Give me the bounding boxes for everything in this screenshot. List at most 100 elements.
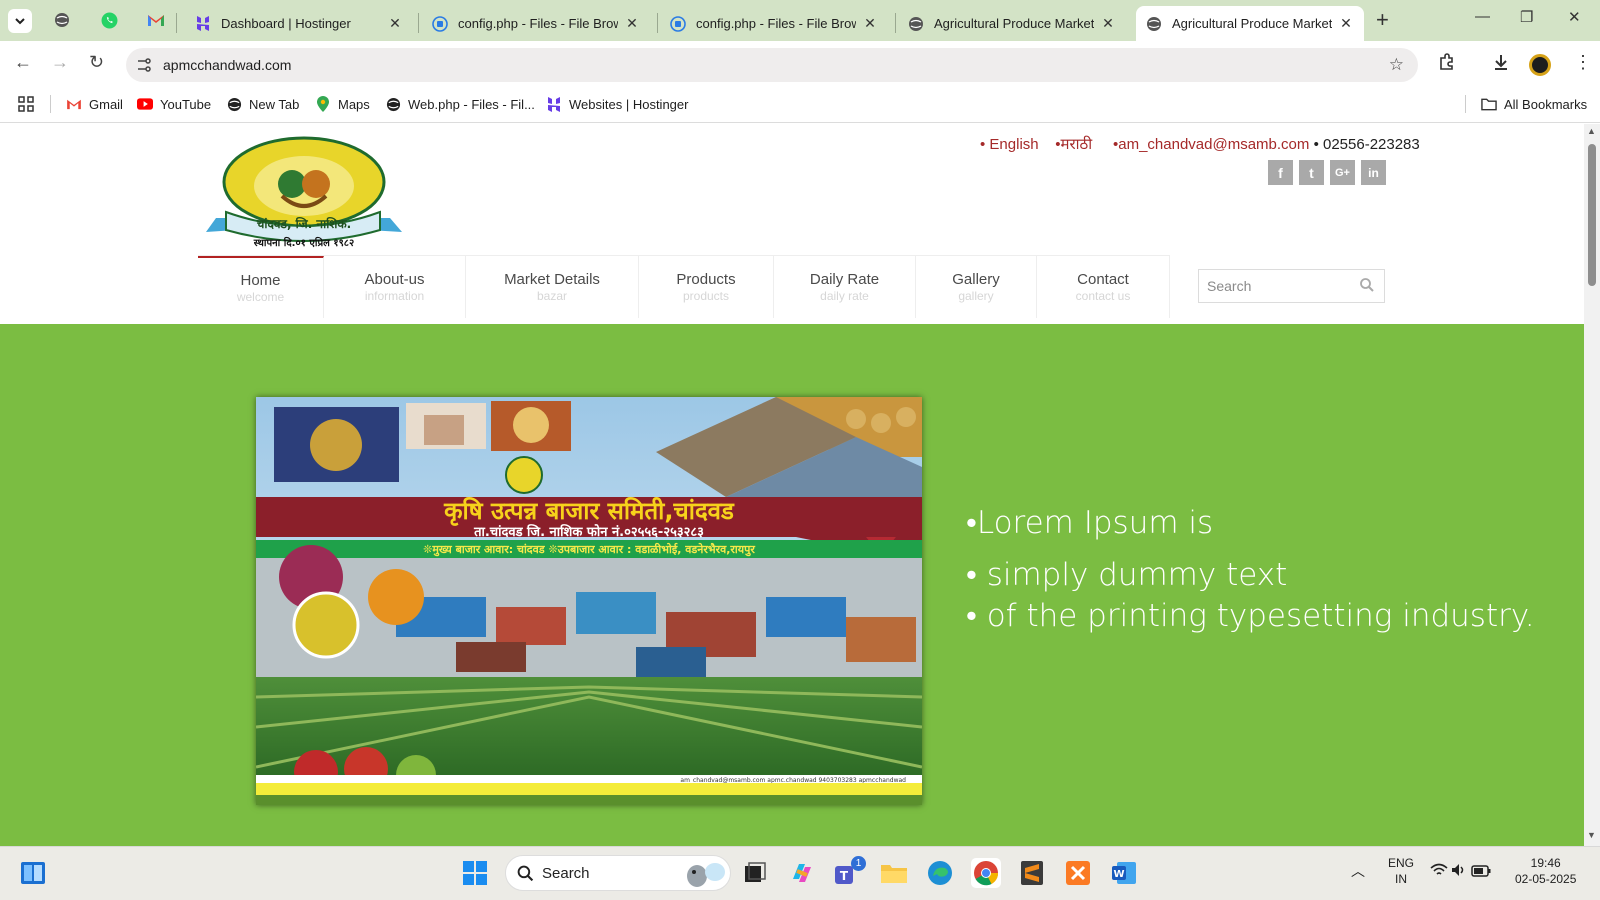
google-plus-icon[interactable]: G+ (1330, 160, 1355, 185)
scroll-up-arrow-icon[interactable]: ▲ (1587, 126, 1596, 136)
bookmark-star-icon[interactable]: ☆ (1389, 55, 1404, 75)
lang-english-link[interactable]: • English (980, 136, 1039, 153)
copilot-button[interactable] (787, 858, 817, 888)
hostinger-icon (197, 16, 209, 31)
kebab-menu-icon[interactable]: ⋮ (1574, 52, 1592, 73)
battery-icon (1470, 865, 1491, 877)
bookmark-new-tab[interactable]: New Tab (226, 96, 299, 112)
bookmark-maps[interactable]: Maps (315, 96, 370, 112)
close-tab-icon[interactable]: ✕ (387, 15, 403, 32)
chrome-button[interactable] (971, 858, 1001, 888)
search-icon (517, 865, 534, 882)
pinned-tab-whatsapp[interactable] (99, 10, 119, 30)
search-input[interactable] (1199, 270, 1349, 302)
close-window-button[interactable]: ✕ (1568, 8, 1581, 26)
bookmark-label: YouTube (160, 96, 212, 112)
restore-button[interactable]: ❐ (1520, 8, 1533, 26)
tab-title: config.php - Files - File Brows (696, 16, 856, 31)
bookmark-websites-hostinger[interactable]: Websites | Hostinger (546, 96, 688, 112)
minimize-button[interactable]: — (1475, 8, 1490, 25)
word-button[interactable]: W (1109, 858, 1139, 888)
tab-config-php-2[interactable]: config.php - Files - File Brows ✕ (660, 6, 888, 41)
facebook-icon[interactable]: f (1268, 160, 1293, 185)
sublime-text-button[interactable] (1017, 858, 1047, 888)
tab-title: Agricultural Produce Market C (1172, 16, 1332, 31)
tab-apmc-active[interactable]: Agricultural Produce Market C ✕ (1136, 6, 1364, 41)
tab-search-button[interactable] (8, 9, 32, 33)
tab-hostinger-dashboard[interactable]: Dashboard | Hostinger ✕ (185, 6, 413, 41)
site-info-icon[interactable] (136, 57, 152, 73)
bookmark-youtube[interactable]: YouTube (137, 96, 211, 112)
forward-button[interactable]: → (51, 53, 69, 71)
nav-gallery[interactable]: Gallery gallery (916, 256, 1037, 318)
edge-button[interactable] (925, 858, 955, 888)
teams-button[interactable]: T 1 (832, 856, 866, 888)
bookmark-web-php[interactable]: Web.php - Files - Fil... (385, 96, 535, 112)
close-tab-icon[interactable]: ✕ (1338, 15, 1354, 32)
scroll-thumb[interactable] (1588, 144, 1596, 286)
wifi-icon (1430, 863, 1448, 875)
lang-marathi-link[interactable]: •मराठी (1055, 136, 1092, 153)
social-icons: f t G+ in (1268, 160, 1386, 185)
linkedin-icon[interactable]: in (1361, 160, 1386, 185)
scroll-down-arrow-icon[interactable]: ▼ (1587, 830, 1596, 840)
copilot-icon (793, 864, 811, 882)
quick-settings[interactable] (1430, 863, 1491, 881)
nav-products[interactable]: Products products (639, 256, 774, 318)
profile-avatar[interactable] (1529, 54, 1551, 76)
tab-apmc-1[interactable]: Agricultural Produce Market C ✕ (898, 6, 1126, 41)
apmc-banner-image: कृषि उत्पन्न बाजार समिती,चांदवड ता.चांदव… (256, 397, 922, 805)
hostinger-icon (548, 96, 560, 112)
tab-title: Agricultural Produce Market C (934, 16, 1094, 31)
downloads-icon[interactable] (1491, 52, 1511, 77)
nav-title: Products (676, 271, 736, 288)
input-language[interactable]: ENG IN (1388, 855, 1414, 887)
web-page: चांदवड, जि. नाशिक. स्थापना दि.०१ एप्रिल … (0, 124, 1584, 846)
apps-button[interactable] (18, 96, 34, 112)
maps-icon (317, 96, 329, 112)
address-bar[interactable]: apmcchandwad.com ☆ (126, 48, 1418, 82)
file-explorer-button[interactable] (879, 858, 909, 888)
hero-line: •Lorem Ipsum is (966, 505, 1214, 541)
nav-title: Daily Rate (809, 271, 880, 288)
chrome-icon (974, 861, 999, 886)
windows-taskbar: Search T 1 W ︿ ENG IN 19:46 02-05-2025 (0, 846, 1600, 900)
banner-footer: am_chandvad@msamb.com apmc.chandwad 9403… (680, 777, 906, 784)
clock[interactable]: 19:46 02-05-2025 (1515, 855, 1576, 887)
search-highlight-bird-icon (687, 863, 725, 887)
new-tab-button[interactable]: + (1376, 9, 1389, 31)
task-view-button[interactable] (740, 858, 770, 888)
nav-daily-rate[interactable]: Daily Rate daily rate (774, 256, 916, 318)
nav-contact[interactable]: Contact contact us (1037, 256, 1170, 318)
close-tab-icon[interactable]: ✕ (1100, 15, 1116, 32)
nav-about-us[interactable]: About-us information (324, 256, 466, 318)
pinned-tab-globe[interactable] (52, 10, 72, 30)
back-button[interactable]: ← (14, 53, 32, 71)
extensions-icon[interactable] (1437, 52, 1457, 77)
apps-grid-icon (18, 96, 34, 112)
phone-number: • 02556-223283 (1313, 136, 1420, 153)
bookmark-label: Websites | Hostinger (569, 96, 689, 112)
pinned-tab-gmail[interactable] (146, 10, 166, 30)
twitter-icon[interactable]: t (1299, 160, 1324, 185)
close-tab-icon[interactable]: ✕ (624, 15, 640, 32)
reload-button[interactable]: ↻ (89, 53, 104, 71)
start-button[interactable] (460, 858, 490, 888)
globe-icon (227, 97, 241, 111)
xampp-button[interactable] (1063, 858, 1093, 888)
close-tab-icon[interactable]: ✕ (862, 15, 878, 32)
page-scrollbar[interactable]: ▲ ▼ (1584, 124, 1600, 846)
language-code: ENG (1388, 856, 1415, 870)
email-link[interactable]: •am_chandvad@msamb.com (1113, 136, 1309, 153)
tab-title: config.php - Files - File Brows (458, 16, 618, 31)
search-icon[interactable] (1359, 277, 1375, 293)
nav-home[interactable]: Home welcome (198, 256, 324, 318)
widgets-button[interactable] (18, 858, 48, 888)
taskbar-search[interactable]: Search (505, 855, 731, 891)
bookmark-gmail[interactable]: Gmail (66, 96, 123, 112)
nav-market-details[interactable]: Market Details bazar (466, 256, 639, 318)
tab-config-php-1[interactable]: config.php - Files - File Brows ✕ (422, 6, 650, 41)
apmc-logo[interactable]: चांदवड, जि. नाशिक. स्थापना दि.०१ एप्रिल … (196, 136, 410, 248)
show-hidden-icons-button[interactable]: ︿ (1351, 863, 1365, 879)
all-bookmarks-button[interactable]: All Bookmarks (1481, 96, 1587, 112)
